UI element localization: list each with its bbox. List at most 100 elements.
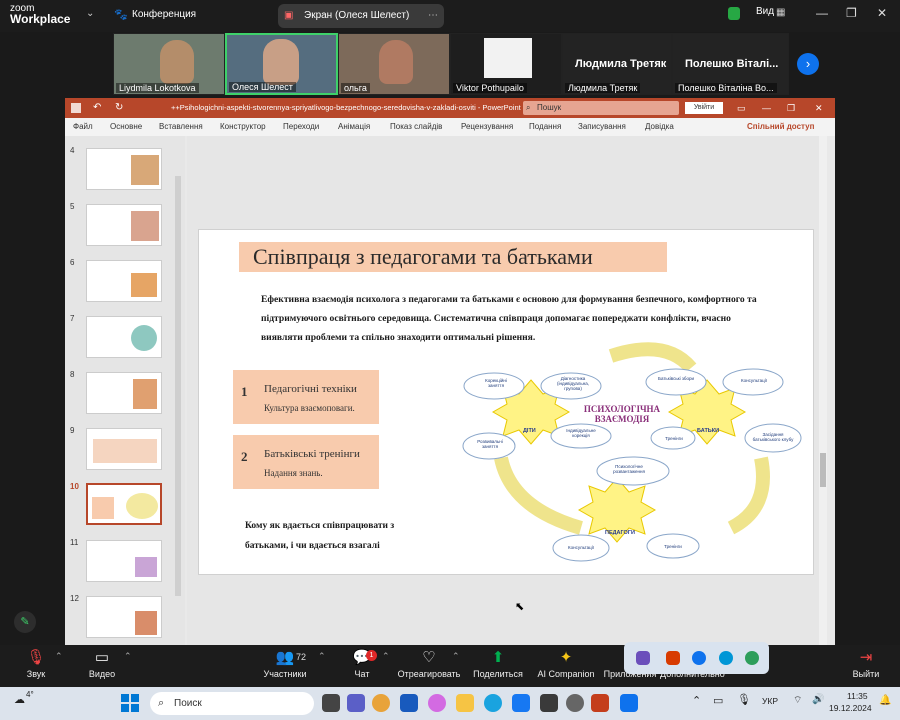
store-icon[interactable] xyxy=(540,694,558,712)
taskbar-search-input[interactable]: ⌕ Поиск xyxy=(150,692,314,715)
slide-thumbnail[interactable] xyxy=(86,204,162,246)
chevron-up-icon[interactable]: ⌃ xyxy=(318,651,326,662)
word-icon[interactable] xyxy=(400,694,418,712)
windows-start-icon[interactable] xyxy=(121,694,139,712)
ribbon-display-icon[interactable]: ▭ xyxy=(737,98,746,118)
ppt-search-input[interactable]: ⌕ Пошук xyxy=(523,101,679,115)
zoom-app-icon[interactable] xyxy=(620,694,638,712)
menu-transitions[interactable]: Переходи xyxy=(283,118,319,136)
telegram-icon[interactable] xyxy=(512,694,530,712)
close-icon[interactable]: ✕ xyxy=(877,6,887,20)
menu-slideshow[interactable]: Показ слайдів xyxy=(390,118,442,136)
menu-design[interactable]: Конструктор xyxy=(220,118,266,136)
mic-icon[interactable]: 🎙 xyxy=(737,693,751,706)
participant-name: Liydmila Lokotkova xyxy=(116,83,199,93)
network-icon[interactable] xyxy=(745,651,759,665)
weather-icon[interactable]: ☁ xyxy=(14,693,25,706)
slide-thumbnail[interactable] xyxy=(86,148,162,190)
video-tile[interactable]: Людмила Третяк Людмила Третяк xyxy=(562,33,672,95)
menu-record[interactable]: Записування xyxy=(578,118,626,136)
chrome-icon[interactable] xyxy=(372,694,390,712)
leave-button[interactable]: ⇥ Выйти xyxy=(846,645,886,679)
chevron-up-icon[interactable]: ⌃ xyxy=(692,694,701,707)
participant-face xyxy=(379,40,413,84)
view-button[interactable]: Вид xyxy=(756,6,774,17)
mouse-cursor-icon: ⬉ xyxy=(515,601,525,613)
minimize-icon[interactable]: — xyxy=(816,6,828,20)
menu-view[interactable]: Подання xyxy=(529,118,561,136)
slide-thumbnail[interactable] xyxy=(86,372,162,414)
restore-icon[interactable]: ❐ xyxy=(787,98,795,118)
save-icon[interactable] xyxy=(71,103,81,113)
editor-scrollbar[interactable] xyxy=(819,136,827,645)
slide-thumbnail[interactable] xyxy=(86,596,162,638)
chat-badge: 1 xyxy=(366,650,377,661)
chevron-up-icon[interactable]: ⌃ xyxy=(124,651,132,662)
chrome-profile-icon[interactable] xyxy=(566,694,584,712)
meeting-label[interactable]: Конференция xyxy=(132,9,196,20)
video-tile[interactable]: Liydmila Lokotkova xyxy=(113,33,225,95)
chevron-up-icon[interactable]: ⌃ xyxy=(452,651,460,662)
notification-bell-icon[interactable]: 🔔 xyxy=(879,695,891,706)
slide-number: 8 xyxy=(70,370,75,379)
video-tile[interactable]: Viktor Pothupailo xyxy=(450,33,562,95)
menu-help[interactable]: Довідка xyxy=(645,118,674,136)
hp-icon[interactable] xyxy=(719,651,733,665)
wifi-icon[interactable]: ⌔ xyxy=(793,694,802,707)
copilot-icon[interactable] xyxy=(428,694,446,712)
undo-icon[interactable]: ↶ xyxy=(93,98,101,118)
clock-time[interactable]: 11:35 xyxy=(847,691,868,701)
chevron-down-icon[interactable]: ⌄ xyxy=(86,8,94,19)
explorer-icon[interactable] xyxy=(456,694,474,712)
share-button[interactable]: Спільний доступ xyxy=(747,118,814,136)
slide-thumbnail[interactable] xyxy=(86,428,162,470)
menu-review[interactable]: Рецензування xyxy=(461,118,513,136)
next-page-arrow-icon[interactable]: › xyxy=(797,53,819,75)
zoom-tray-icon[interactable] xyxy=(692,651,706,665)
more-icon[interactable]: ⋯ xyxy=(428,4,438,28)
signin-button[interactable]: Увійти xyxy=(685,102,723,114)
powerpoint-window: ↶ ↻ ++Psihologichni-aspekti-stvorennya-s… xyxy=(65,98,835,645)
slide-thumbnail[interactable] xyxy=(86,260,162,302)
slide-thumbnail[interactable] xyxy=(86,540,162,582)
display-icon[interactable]: ▭ xyxy=(713,694,723,707)
slide-thumbnail[interactable] xyxy=(86,316,162,358)
menu-insert[interactable]: Вставлення xyxy=(159,118,203,136)
box-subtitle: Культура взаємоповаги. xyxy=(264,403,355,413)
volume-icon[interactable]: 🔊 xyxy=(812,694,824,705)
thumbnail-scrollbar[interactable] xyxy=(175,176,181,596)
diagram-item: Корекційні заняття xyxy=(485,378,507,388)
menu-animation[interactable]: Анімація xyxy=(338,118,370,136)
video-tile[interactable]: ольга xyxy=(338,33,450,95)
chevron-up-icon[interactable]: ⌃ xyxy=(382,651,390,662)
shield-icon[interactable] xyxy=(728,7,740,20)
screen-share-pill[interactable]: ▣ Экран (Олеся Шелест) ⋯ xyxy=(278,4,444,28)
chevron-up-icon[interactable]: ⌃ xyxy=(55,651,63,662)
minimize-icon[interactable]: — xyxy=(762,98,771,118)
video-button[interactable]: ▭ Видео xyxy=(84,645,120,679)
slide-canvas[interactable]: Співпраця з педагогами та батьками Ефект… xyxy=(198,229,814,575)
video-tile-active-speaker[interactable]: Олеся Шелест xyxy=(225,33,338,95)
share-screen-button[interactable]: ⬆ Поделиться xyxy=(472,645,524,679)
restore-icon[interactable]: ❐ xyxy=(846,6,857,20)
video-tile[interactable]: Полешко Віталі... Полешко Віталіна Во... xyxy=(672,33,789,95)
menu-home[interactable]: Основне xyxy=(110,118,142,136)
task-view-icon[interactable] xyxy=(322,694,340,712)
clock-date[interactable]: 19.12.2024 xyxy=(829,703,872,713)
slide-thumbnail-current[interactable] xyxy=(86,483,162,525)
menu-file[interactable]: Файл xyxy=(73,118,93,136)
ai-companion-button[interactable]: ✦ AI Companion xyxy=(536,645,596,679)
diagram-center-label: ПСИХОЛОГІЧНА ВЗАЄМОДІЯ xyxy=(583,404,661,424)
app-icon[interactable] xyxy=(666,651,680,665)
pencil-icon[interactable]: ✎ xyxy=(14,611,36,633)
redo-icon[interactable]: ↻ xyxy=(115,98,123,118)
powerpoint-icon[interactable] xyxy=(591,694,609,712)
language-indicator[interactable]: УКР xyxy=(762,696,778,706)
participants-button[interactable]: 👥 Участники xyxy=(261,645,309,679)
close-icon[interactable]: ✕ xyxy=(815,98,823,118)
edge-icon[interactable] xyxy=(484,694,502,712)
audio-button[interactable]: 🎙 Звук xyxy=(18,645,54,679)
app-icon[interactable] xyxy=(636,651,650,665)
slide-number: 7 xyxy=(70,314,75,323)
teams-icon[interactable] xyxy=(347,694,365,712)
